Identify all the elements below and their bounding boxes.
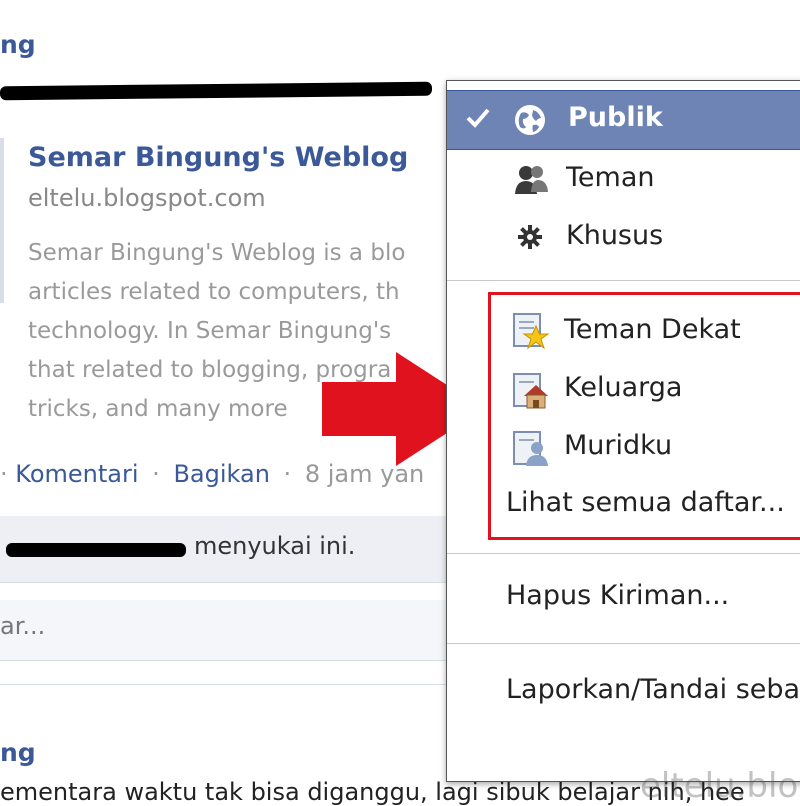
redacted-liker-name [6,543,186,557]
menu-item-khusus[interactable]: Khusus [566,220,663,251]
annotation-highlight-box [488,292,800,540]
actions-lead: · [0,460,8,488]
gear-icon [518,225,542,249]
friends-icon [515,166,548,194]
poster-name[interactable]: ng [0,30,36,59]
link-preview-title[interactable]: Semar Bingung's Weblog [28,142,408,173]
comment-placeholder: ar... [0,612,46,640]
comment-link[interactable]: Komentari [15,460,138,488]
next-post-text: ementara waktu tak bisa diganggu, lagi s… [0,778,745,806]
redacted-post-text [0,81,433,101]
menu-divider [447,280,800,281]
menu-item-publik[interactable]: Publik [568,102,663,133]
menu-divider [447,643,800,644]
description-line: articles related to computers, th [28,279,400,305]
globe-icon [515,105,545,135]
link-preview-accent [0,138,4,303]
post-divider [0,684,448,685]
description-line: technology. In Semar Bingung's [28,318,392,344]
menu-divider [447,553,800,554]
menu-item-delete-post[interactable]: Hapus Kiriman... [506,580,729,611]
description-line: Semar Bingung's Weblog is a blo [28,240,406,266]
link-preview-domain: eltelu.blogspot.com [28,184,266,212]
share-link[interactable]: Bagikan [173,460,269,488]
menu-item-report[interactable]: Laporkan/Tandai seba [506,674,800,705]
next-poster-name[interactable]: ng [0,738,36,767]
menu-item-teman[interactable]: Teman [566,162,654,193]
likes-text: menyukai ini. [194,532,356,560]
separator: · [152,460,160,488]
separator: · [283,460,292,488]
comment-input[interactable] [0,600,448,661]
checkmark-icon [466,108,490,128]
watermark: eltelu.blo [640,766,799,806]
